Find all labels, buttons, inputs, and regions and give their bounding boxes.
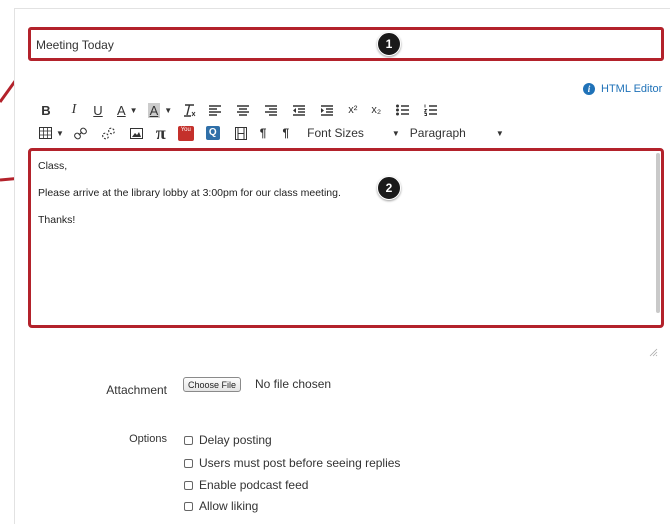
option-label: Enable podcast feed — [199, 478, 309, 492]
numbered-list-button[interactable] — [423, 101, 437, 119]
checkbox[interactable] — [184, 458, 193, 468]
align-left-button[interactable] — [208, 101, 222, 119]
font-sizes-dropdown[interactable]: Font Sizes ▼ — [307, 124, 400, 142]
link-button[interactable] — [74, 124, 88, 142]
superscript-button[interactable]: x² — [348, 101, 357, 119]
info-icon: i — [583, 83, 595, 95]
unlink-icon — [102, 127, 116, 139]
option-delay-posting[interactable]: Delay posting — [184, 433, 272, 447]
film-icon — [234, 126, 247, 140]
indent-button[interactable] — [320, 101, 334, 119]
indent-icon — [321, 104, 334, 116]
subscript-button[interactable]: x₂ — [371, 101, 381, 119]
outdent-button[interactable] — [292, 101, 306, 119]
message-body-editor[interactable]: Class, Please arrive at the library lobb… — [28, 148, 664, 328]
media-button[interactable] — [234, 124, 248, 142]
option-label: Delay posting — [199, 433, 272, 447]
rtl-direction-button[interactable]: ¶ — [282, 124, 289, 142]
align-right-button[interactable] — [264, 101, 278, 119]
checkbox[interactable] — [184, 435, 193, 445]
numbered-list-icon — [423, 104, 437, 116]
image-button[interactable] — [130, 124, 144, 142]
bold-button[interactable]: B — [39, 101, 53, 119]
toolbar-row-2: ▼ π You Q ¶ ¶ Font Sizes ▼ Paragraph ▼ — [39, 123, 504, 143]
file-status: No file chosen — [255, 377, 332, 391]
background-color-icon: A — [147, 102, 161, 118]
html-editor-label: HTML Editor — [601, 83, 663, 95]
checkbox[interactable] — [184, 501, 193, 511]
callout-1-badge: 1 — [377, 32, 401, 56]
callout-2-badge: 2 — [377, 176, 401, 200]
title-input-wrapper[interactable] — [28, 27, 664, 61]
body-line-2: Please arrive at the library lobby at 3:… — [38, 187, 341, 199]
link-icon — [74, 127, 88, 139]
options-label: Options — [129, 433, 167, 445]
youtube-icon: You — [177, 125, 194, 141]
clear-formatting-button[interactable] — [182, 101, 196, 119]
choose-file-button[interactable]: Choose File — [183, 377, 242, 392]
paragraph-label: Paragraph — [409, 126, 466, 140]
align-left-icon — [209, 104, 222, 116]
chevron-down-icon: ▼ — [164, 105, 173, 115]
toolbar-row-1: B I U A ▼ A ▼ x² x₂ — [39, 101, 437, 119]
html-editor-link[interactable]: i HTML Editor — [583, 82, 662, 96]
option-allow-liking[interactable]: Allow liking — [184, 499, 258, 513]
ltr-direction-button[interactable]: ¶ — [260, 124, 267, 142]
table-button[interactable]: ▼ — [39, 124, 64, 142]
unlink-button[interactable] — [102, 124, 116, 142]
editor-scrollbar[interactable] — [656, 153, 660, 313]
underline-button[interactable]: U — [91, 101, 105, 119]
option-label: Allow liking — [199, 499, 259, 513]
title-input[interactable] — [36, 37, 636, 53]
attachment-label: Attachment — [106, 383, 167, 397]
chevron-down-icon: ▼ — [56, 128, 64, 138]
checkbox[interactable] — [184, 480, 193, 490]
chevron-down-icon: ▼ — [391, 128, 400, 138]
outdent-icon — [293, 104, 306, 116]
background-color-button[interactable]: A ▼ — [147, 101, 173, 119]
font-sizes-label: Font Sizes — [307, 126, 364, 140]
text-color-button[interactable]: A ▼ — [117, 101, 138, 119]
resize-grip-icon[interactable] — [648, 347, 658, 357]
option-podcast-feed[interactable]: Enable podcast feed — [184, 478, 308, 492]
image-icon — [130, 127, 144, 139]
chevron-down-icon: ▼ — [129, 105, 138, 115]
option-label: Users must post before seeing replies — [199, 456, 401, 470]
quiz-icon: Q — [205, 126, 220, 140]
bullet-list-icon — [395, 104, 409, 116]
option-must-post-first[interactable]: Users must post before seeing replies — [184, 456, 400, 470]
chevron-down-icon: ▼ — [495, 128, 504, 138]
quiz-button[interactable]: Q — [205, 124, 220, 142]
clear-formatting-icon — [183, 103, 196, 117]
align-center-button[interactable] — [236, 101, 250, 119]
align-center-icon — [237, 104, 250, 116]
equation-button[interactable]: π — [156, 123, 166, 143]
youtube-button[interactable]: You — [177, 124, 194, 142]
align-right-icon — [265, 104, 278, 116]
italic-button[interactable]: I — [67, 101, 81, 119]
paragraph-dropdown[interactable]: Paragraph ▼ — [410, 124, 504, 142]
table-icon — [39, 127, 52, 139]
body-line-3: Thanks! — [38, 214, 76, 226]
text-color-icon: A — [117, 102, 126, 118]
body-line-1: Class, — [38, 160, 68, 172]
bullet-list-button[interactable] — [395, 101, 409, 119]
